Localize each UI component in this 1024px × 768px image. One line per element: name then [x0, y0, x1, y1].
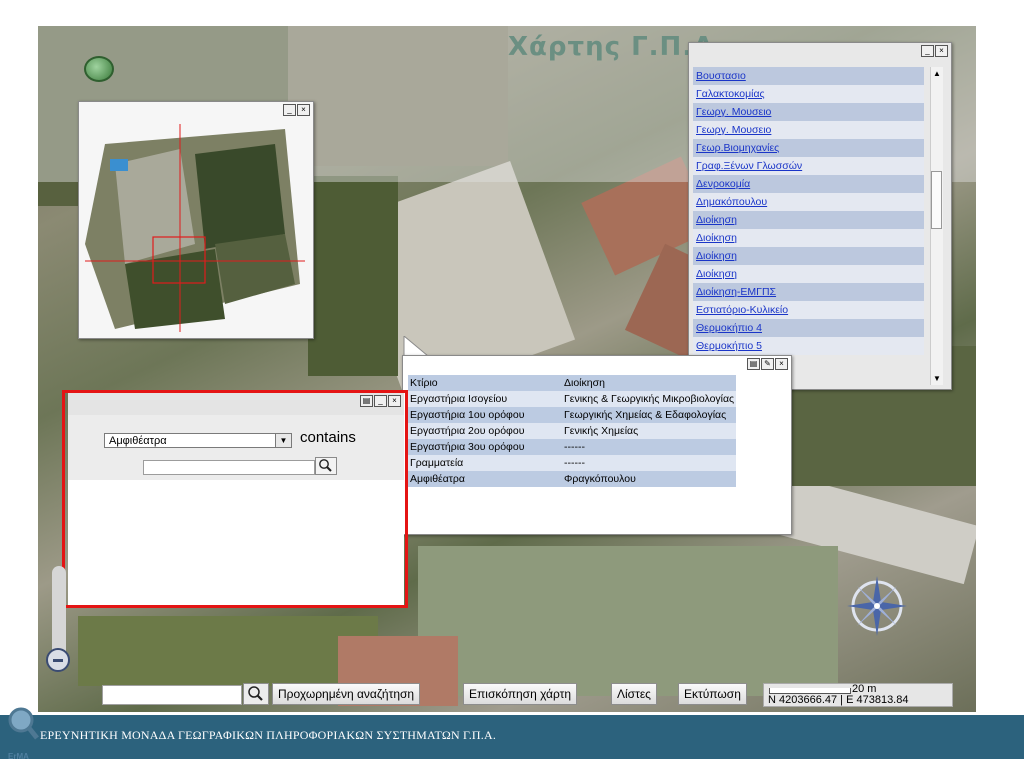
list-item[interactable]: Γεωρ.Βιομηχανίες	[693, 139, 924, 157]
scale-coordinates-box: 20 m N 4203666.47 | E 473813.84	[763, 683, 953, 707]
logo-text: ErMA	[8, 752, 29, 761]
list-item[interactable]: Γεωργ. Μουσειο	[693, 121, 924, 139]
list-scrollbar[interactable]: ▲ ▼	[930, 67, 943, 385]
close-icon[interactable]: ×	[775, 358, 788, 370]
footer-bar: ΕΡΕΥΝΗΤΙΚΗ ΜΟΝΑΔΑ ΓΕΩΓΡΑΦΙΚΩΝ ΠΛΗΡΟΦΟΡΙΑ…	[0, 715, 1024, 759]
search-icon	[248, 686, 263, 701]
search-icon	[319, 459, 332, 472]
print-button[interactable]: Εκτύπωση	[678, 683, 747, 705]
operator-label: contains	[300, 429, 356, 446]
attribute-key: Αμφιθέατρα	[408, 471, 562, 487]
search-form: Αμφιθέατρα ▼ contains	[68, 415, 404, 480]
list-item[interactable]: Βουστασιο	[693, 67, 924, 85]
search-button[interactable]	[315, 457, 337, 475]
quick-search-input[interactable]	[102, 685, 242, 705]
table-row: Αμφιθέατρα Φραγκόπουλου	[408, 471, 737, 487]
minimize-icon[interactable]: _	[921, 45, 934, 57]
attribute-key: Εργαστήρια Ισογείου	[408, 391, 562, 407]
advanced-search-button[interactable]: Προχωρημένη αναζήτηση	[272, 683, 421, 705]
attribute-value: Γεωργικής Χημείας & Εδαφολογίας	[562, 407, 737, 423]
map-title: Χάρτης Γ.Π.Α	[508, 32, 715, 62]
search-input[interactable]	[143, 460, 315, 475]
list-item[interactable]: Γεωργ. Μουσειο	[693, 103, 924, 121]
building-list: Βουστασιο Γαλακτοκομίας Γεωργ. Μουσειο Γ…	[693, 67, 924, 355]
list-window[interactable]: _ × Βουστασιο Γαλακτοκομίας Γεωργ. Μουσε…	[688, 42, 952, 390]
zoom-out-icon[interactable]	[46, 648, 70, 672]
table-row: Γραμματεία ------	[408, 455, 737, 471]
pin-icon[interactable]: ✎	[761, 358, 774, 370]
list-item[interactable]: Διοίκηση-ΕΜΓΠΣ	[693, 283, 924, 301]
list-item[interactable]: Εστιατόριο-Κυλικείο	[693, 301, 924, 319]
scroll-up-icon[interactable]: ▲	[933, 69, 941, 78]
aerial-road	[418, 546, 838, 696]
list-item[interactable]: Δημακόπουλου	[693, 193, 924, 211]
search-panel-header: ▤ _ ×	[68, 393, 404, 415]
table-row: Κτίριο Διοίκηση	[408, 375, 737, 391]
table-row: Εργαστήρια 3ου ορόφου ------	[408, 439, 737, 455]
list-item[interactable]: Δενροκομία	[693, 175, 924, 193]
print-icon[interactable]: ▤	[360, 395, 373, 407]
minimize-icon[interactable]: _	[283, 104, 296, 116]
map-overview-button[interactable]: Επισκόπηση χάρτη	[463, 683, 578, 705]
minimize-icon[interactable]: _	[374, 395, 387, 407]
close-icon[interactable]: ×	[388, 395, 401, 407]
globe-icon[interactable]	[84, 56, 114, 82]
table-row: Εργαστήρια Ισογείου Γενικης & Γεωργικής Μ…	[408, 391, 737, 407]
list-item[interactable]: Γαλακτοκομίας	[693, 85, 924, 103]
info-popup-controls: ▤ ✎ ×	[747, 358, 788, 370]
close-icon[interactable]: ×	[935, 45, 948, 57]
attribute-value: Φραγκόπουλου	[562, 471, 737, 487]
list-item[interactable]: Διοίκηση	[693, 247, 924, 265]
scrollbar-thumb[interactable]	[931, 171, 942, 229]
attribute-value: Γενικης & Γεωργικής Μικροβιολογίας	[562, 391, 737, 407]
overview-map[interactable]	[85, 124, 305, 332]
info-popup[interactable]: ▤ ✎ × Κτίριο Διοίκηση Εργαστήρια Ισογείου…	[402, 355, 792, 535]
list-item[interactable]: Θερμοκήπιο 4	[693, 319, 924, 337]
aerial-field	[78, 616, 378, 686]
attribute-key: Γραμματεία	[408, 455, 562, 471]
list-item[interactable]: Διοίκηση	[693, 229, 924, 247]
compass-icon[interactable]	[845, 574, 909, 638]
overview-window-controls: _ ×	[283, 104, 310, 116]
attributes-table: Κτίριο Διοίκηση Εργαστήρια Ισογείου Γενικη…	[408, 375, 737, 487]
attribute-value: ------	[562, 439, 737, 455]
chevron-down-icon[interactable]: ▼	[275, 434, 291, 447]
field-select-value: Αμφιθέατρα	[109, 435, 167, 447]
coordinates-readout: N 4203666.47 | E 473813.84	[768, 694, 909, 706]
table-row: Εργαστήρια 2ου ορόφου Γενικής Χημείας	[408, 423, 737, 439]
attribute-key: Εργαστήρια 1ου ορόφου	[408, 407, 562, 423]
list-item[interactable]: Γραφ.Ξένων Γλωσσών	[693, 157, 924, 175]
print-icon[interactable]: ▤	[747, 358, 760, 370]
list-item[interactable]: Θερμοκήπιο 5	[693, 337, 924, 355]
scroll-down-icon[interactable]: ▼	[933, 374, 941, 383]
footer-text: ΕΡΕΥΝΗΤΙΚΗ ΜΟΝΑΔΑ ΓΕΩΓΡΑΦΙΚΩΝ ΠΛΗΡΟΦΟΡΙΑ…	[40, 728, 497, 742]
attribute-key: Κτίριο	[408, 375, 562, 391]
lists-button[interactable]: Λίστες	[611, 683, 657, 705]
zoom-slider[interactable]	[52, 566, 66, 658]
quick-search-button[interactable]	[243, 683, 269, 705]
search-panel-controls: ▤ _ ×	[360, 395, 401, 407]
list-item[interactable]: Διοίκηση	[693, 211, 924, 229]
attribute-value: Γενικής Χημείας	[562, 423, 737, 439]
attribute-value: ------	[562, 455, 737, 471]
aerial-trees	[308, 176, 398, 376]
attribute-key: Εργαστήρια 3ου ορόφου	[408, 439, 562, 455]
field-select[interactable]: Αμφιθέατρα ▼	[104, 433, 292, 448]
close-icon[interactable]: ×	[297, 104, 310, 116]
attribute-key: Εργαστήρια 2ου ορόφου	[408, 423, 562, 439]
overview-window[interactable]: _ ×	[78, 101, 314, 339]
list-item[interactable]: Διοίκηση	[693, 265, 924, 283]
attribute-value: Διοίκηση	[562, 375, 737, 391]
table-row: Εργαστήρια 1ου ορόφου Γεωργικής Χημείας &…	[408, 407, 737, 423]
list-window-controls: _ ×	[921, 45, 948, 57]
search-panel[interactable]: ▤ _ × Αμφιθέατρα ▼ contains	[68, 393, 404, 605]
magnifier-logo-icon	[8, 707, 39, 740]
